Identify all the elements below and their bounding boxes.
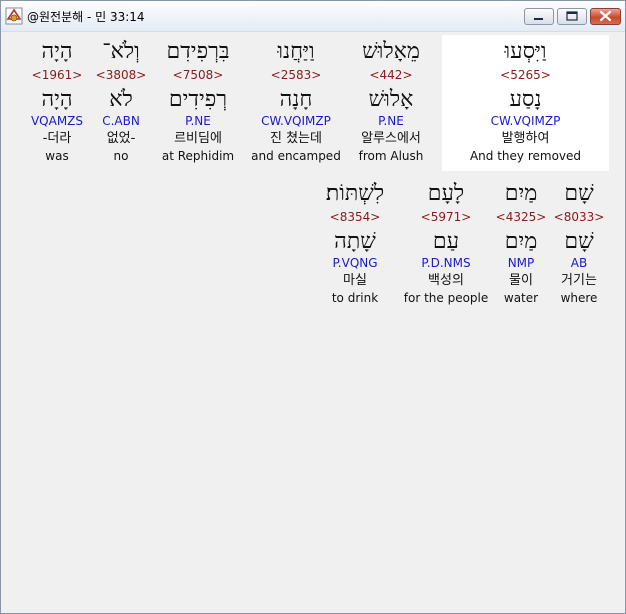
korean-gloss: 백성의: [428, 273, 464, 288]
korean-gloss: 물이: [509, 273, 533, 288]
word-cell[interactable]: בִּרְפִידִם <7508> רְפִידִים P.NE 르비딤에 a…: [155, 39, 241, 164]
hebrew-word: לִשְׁתּוֹת׃: [325, 181, 385, 206]
hebrew-lemma: הָיָה: [41, 87, 73, 112]
korean-gloss: 없었-: [106, 131, 136, 146]
parsing-code: P.VQNG: [332, 256, 378, 270]
hebrew-word: בִּרְפִידִם: [166, 39, 230, 64]
hebrew-lemma: חָנָה: [279, 87, 313, 112]
strong-number[interactable]: <5265>: [442, 67, 609, 83]
korean-gloss: -더라: [42, 131, 72, 146]
english-gloss: water: [503, 291, 539, 305]
minimize-button[interactable]: [524, 8, 554, 25]
parsing-code: CW.VQIMZP: [261, 114, 331, 128]
parsing-code: P.D.NMS: [421, 256, 471, 270]
strong-number[interactable]: <442>: [345, 67, 437, 83]
strong-number[interactable]: <2583>: [249, 67, 343, 83]
title-bar[interactable]: @원전분해 - 민 33:14: [1, 1, 625, 32]
maximize-button[interactable]: [557, 8, 587, 25]
hebrew-lemma: עַם: [432, 229, 460, 254]
hebrew-word: מַיִם: [504, 181, 538, 206]
hebrew-lemma: רְפִידִים: [168, 87, 228, 112]
parsing-code: C.ABN: [102, 114, 140, 128]
english-gloss: for the people: [403, 291, 489, 305]
close-icon: [599, 10, 612, 22]
word-cell[interactable]: שָׁם <8033> שָׁם AB 거기는 where: [551, 181, 607, 306]
hebrew-lemma: אָלוּשׁ: [368, 87, 414, 112]
english-gloss: no: [113, 149, 129, 163]
close-button[interactable]: [590, 8, 621, 25]
strong-number[interactable]: <8354>: [317, 209, 393, 225]
strong-number[interactable]: <5971>: [401, 209, 491, 225]
hebrew-lemma: לֹא: [109, 87, 133, 112]
strong-number[interactable]: <4325>: [493, 209, 549, 225]
maximize-icon: [566, 11, 578, 21]
english-gloss: from Alush: [358, 149, 424, 163]
window-title: @원전분해 - 민 33:14: [27, 10, 145, 24]
hebrew-word: מֵאָלוּשׁ: [362, 39, 420, 64]
korean-gloss: 진 쳤는데: [270, 131, 322, 146]
word-cell[interactable]: וַיַּחֲנוּ <2583> חָנָה CW.VQIMZP 진 쳤는데 …: [249, 39, 343, 164]
parsing-code: P.NE: [378, 114, 404, 128]
analysis-pane: וַיִּסְעוּ <5265> נָסַע CW.VQIMZP 발행하여 A…: [1, 32, 625, 613]
parsing-code: NMP: [507, 256, 535, 270]
word-cell[interactable]: מַיִם <4325> מַיִם NMP 물이 water: [493, 181, 549, 306]
hebrew-lemma: שָׁם: [564, 229, 594, 254]
english-gloss: And they removed: [469, 149, 582, 163]
hebrew-word: וַיִּסְעוּ: [504, 39, 547, 64]
english-gloss: at Rephidim: [161, 149, 235, 163]
korean-gloss: 마실: [343, 273, 367, 288]
word-cell[interactable]: לָעָם <5971> עַם P.D.NMS 백성의 for the peo…: [401, 181, 491, 306]
english-gloss: where: [560, 291, 598, 305]
english-gloss: was: [45, 149, 69, 163]
hebrew-word: לָעָם: [427, 181, 465, 206]
app-logo-icon: [5, 7, 23, 25]
hebrew-lemma: שָׁתָה: [334, 229, 376, 254]
minimize-icon: [534, 18, 543, 20]
word-cell[interactable]: וְלֹא־ <3808> לֹא C.ABN 없었- no: [93, 39, 149, 164]
strong-number[interactable]: <3808>: [93, 67, 149, 83]
parsing-code: CW.VQIMZP: [490, 114, 561, 128]
word-cell[interactable]: וַיִּסְעוּ <5265> נָסַע CW.VQIMZP 발행하여 A…: [442, 39, 609, 164]
parsing-code: VQAMZS: [30, 114, 84, 128]
parsing-code: AB: [570, 256, 588, 270]
strong-number[interactable]: <1961>: [25, 67, 89, 83]
hebrew-word: שָׁם: [564, 181, 594, 206]
parsing-code: P.NE: [185, 114, 211, 128]
korean-gloss: 르비딤에: [174, 131, 222, 146]
strong-number[interactable]: <7508>: [155, 67, 241, 83]
app-window: @원전분해 - 민 33:14 וַיִּסְעוּ <5265> נָסַע …: [0, 0, 626, 614]
english-gloss: to drink: [331, 291, 379, 305]
word-cell[interactable]: הָיָה <1961> הָיָה VQAMZS -더라 was: [25, 39, 89, 164]
english-gloss: and encamped: [251, 149, 341, 163]
hebrew-word: וְלֹא־: [102, 39, 140, 64]
strong-number[interactable]: <8033>: [551, 209, 607, 225]
word-cell[interactable]: מֵאָלוּשׁ <442> אָלוּשׁ P.NE 알루스에서 from …: [345, 39, 437, 164]
korean-gloss: 거기는: [561, 273, 597, 288]
korean-gloss: 발행하여: [501, 131, 550, 146]
hebrew-lemma: מַיִם: [504, 229, 538, 254]
hebrew-word: הָיָה: [41, 39, 73, 64]
hebrew-lemma: נָסַע: [509, 87, 542, 112]
hebrew-word: וַיַּחֲנוּ: [277, 39, 315, 64]
korean-gloss: 알루스에서: [361, 131, 421, 146]
word-cell[interactable]: לִשְׁתּוֹת׃ <8354> שָׁתָה P.VQNG 마실 to d…: [317, 181, 393, 306]
